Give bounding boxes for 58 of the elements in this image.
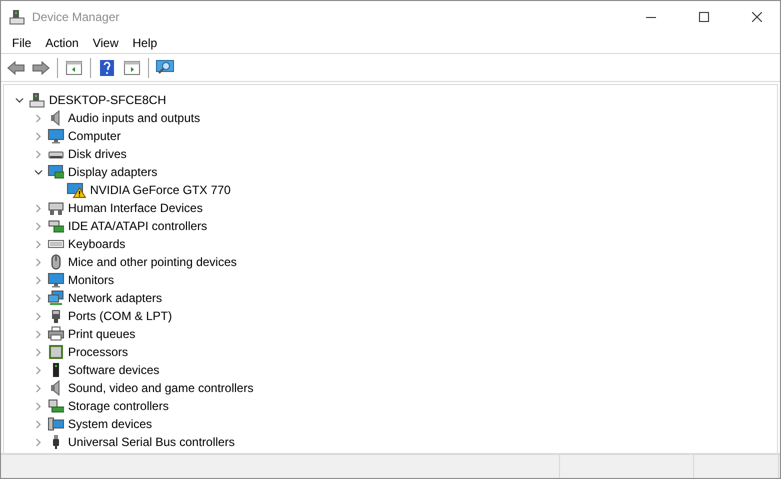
collapse-chevron-icon[interactable] xyxy=(15,96,24,104)
tree-item[interactable]: Audio inputs and outputs xyxy=(68,111,200,125)
tree-item[interactable]: NVIDIA GeForce GTX 770 xyxy=(90,183,231,197)
expand-chevron-icon[interactable] xyxy=(34,258,43,266)
tree-item[interactable]: Storage controllers xyxy=(68,399,169,413)
expand-chevron-icon[interactable] xyxy=(34,420,43,428)
controller-card-icon xyxy=(48,218,64,234)
expand-chevron-icon[interactable] xyxy=(34,150,43,158)
storage-icon xyxy=(48,398,64,414)
hid-device-icon xyxy=(48,200,64,216)
system-icon xyxy=(48,416,64,432)
maximize-icon xyxy=(699,12,709,22)
expand-chevron-icon[interactable] xyxy=(34,384,43,392)
tree-item[interactable]: Computer xyxy=(68,129,121,143)
tree-item[interactable]: IDE ATA/ATAPI controllers xyxy=(68,219,208,233)
expand-chevron-icon[interactable] xyxy=(34,438,43,446)
display-card-icon xyxy=(48,164,64,180)
expand-chevron-icon[interactable] xyxy=(34,114,43,122)
collapse-chevron-icon[interactable] xyxy=(34,168,43,176)
close-icon xyxy=(752,12,762,22)
tree-item[interactable]: Disk drives xyxy=(68,147,127,161)
expand-chevron-icon[interactable] xyxy=(34,132,43,140)
expand-chevron-icon[interactable] xyxy=(34,312,43,320)
tree-item[interactable]: Display adapters xyxy=(68,165,158,179)
tree-item[interactable]: Mice and other pointing devices xyxy=(68,255,237,269)
menu-item[interactable]: Help xyxy=(126,36,164,50)
computer-icon xyxy=(29,92,45,108)
expand-chevron-icon[interactable] xyxy=(34,222,43,230)
menu-item[interactable]: View xyxy=(86,36,126,50)
tree-item[interactable]: Network adapters xyxy=(68,291,162,305)
tree-item[interactable]: Monitors xyxy=(68,273,114,287)
window-title: Device Manager xyxy=(32,10,120,24)
expand-chevron-icon[interactable] xyxy=(34,204,43,212)
tree-item[interactable]: Processors xyxy=(68,345,128,359)
tree-item[interactable]: Ports (COM & LPT) xyxy=(68,309,172,323)
menu-item[interactable]: File xyxy=(5,36,38,50)
expand-chevron-icon[interactable] xyxy=(34,240,43,248)
expand-chevron-icon[interactable] xyxy=(34,366,43,374)
expand-chevron-icon[interactable] xyxy=(34,276,43,284)
menu-item[interactable]: Action xyxy=(38,36,86,50)
expand-chevron-icon[interactable] xyxy=(34,348,43,356)
monitor-icon xyxy=(48,128,64,144)
tree-item[interactable]: System devices xyxy=(68,417,152,431)
tree-item[interactable]: Universal Serial Bus controllers xyxy=(68,435,235,449)
expand-chevron-icon[interactable] xyxy=(34,330,43,338)
chip-icon xyxy=(48,344,64,360)
tree-item[interactable]: DESKTOP-SFCE8CH xyxy=(49,93,166,107)
printer-icon xyxy=(48,326,64,342)
computer-icon xyxy=(9,8,25,24)
tree-item[interactable]: Software devices xyxy=(68,363,160,377)
tree-item[interactable]: Sound, video and game controllers xyxy=(68,381,254,395)
tree-item[interactable]: Print queues xyxy=(68,327,136,341)
tree-item[interactable]: Keyboards xyxy=(68,237,126,251)
expand-chevron-icon[interactable] xyxy=(34,294,43,302)
expand-chevron-icon[interactable] xyxy=(34,402,43,410)
network-icon xyxy=(48,290,64,306)
tree-item[interactable]: Human Interface Devices xyxy=(68,201,203,215)
monitor-icon xyxy=(48,272,64,288)
